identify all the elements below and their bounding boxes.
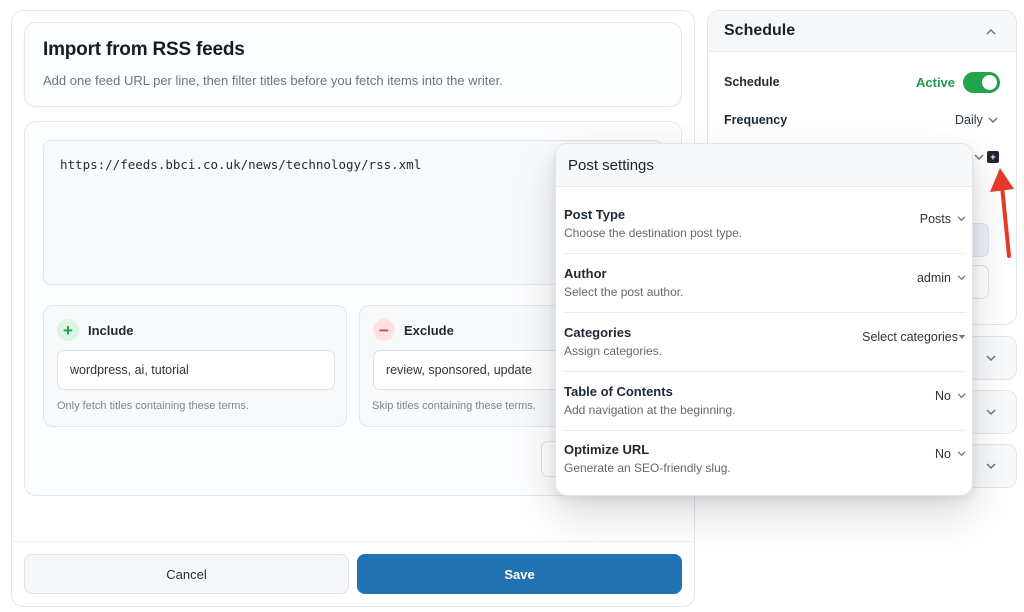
chevron-down-icon	[957, 393, 966, 399]
author-description: Select the post author.	[564, 285, 684, 299]
page-description: Add one feed URL per line, then filter t…	[43, 73, 503, 88]
toc-row: Table of Contents Add navigation at the …	[564, 372, 966, 431]
chevron-up-icon[interactable]	[986, 28, 996, 35]
include-input[interactable]: wordpress, ai, tutorial	[57, 350, 335, 390]
post-settings-popover: Post settings Post Type Choose the desti…	[555, 143, 973, 496]
author-row: Author Select the post author. admin	[564, 254, 966, 313]
exclude-label: Exclude	[404, 323, 454, 338]
categories-value: Select categories	[862, 330, 958, 344]
chevron-down-icon	[957, 216, 966, 222]
minus-icon: −	[373, 319, 395, 341]
post-type-row: Post Type Choose the destination post ty…	[564, 195, 966, 254]
schedule-toggle[interactable]	[963, 72, 1000, 93]
optimize-url-description: Generate an SEO-friendly slug.	[564, 461, 731, 475]
author-label: Author	[564, 266, 607, 281]
header-card	[24, 22, 682, 107]
footer-divider	[11, 541, 695, 542]
categories-row: Categories Assign categories. Select cat…	[564, 313, 966, 372]
frequency-select[interactable]: Daily	[955, 113, 983, 127]
schedule-title: Schedule	[724, 22, 796, 39]
chevron-down-icon	[988, 117, 998, 124]
categories-label: Categories	[564, 325, 632, 340]
categories-select[interactable]: Select categories	[862, 330, 966, 344]
exclude-hint: Skip titles containing these terms.	[372, 400, 536, 412]
categories-description: Assign categories.	[564, 344, 663, 358]
toc-description: Add navigation at the beginning.	[564, 403, 736, 417]
chevron-down-icon	[986, 409, 996, 416]
caret-down-icon	[958, 335, 966, 339]
author-select[interactable]: admin	[917, 271, 966, 285]
post-type-label: Post Type	[564, 207, 626, 222]
toc-value: No	[935, 389, 951, 403]
annotation-arrow-icon	[990, 168, 1014, 258]
include-label: Include	[88, 323, 134, 338]
frequency-label: Frequency	[724, 113, 788, 127]
page-title: Import from RSS feeds	[43, 39, 245, 60]
optimize-url-select[interactable]: No	[935, 447, 966, 461]
author-value: admin	[916, 271, 951, 285]
save-button[interactable]: Save	[357, 554, 682, 594]
chevron-down-icon	[986, 463, 996, 470]
popover-header: Post settings	[556, 144, 972, 187]
plus-icon: +	[57, 319, 79, 341]
optimize-url-label: Optimize URL	[564, 442, 650, 457]
popover-title: Post settings	[568, 157, 654, 174]
chevron-down-icon	[957, 451, 966, 457]
post-type-select[interactable]: Posts	[920, 212, 966, 226]
toc-select[interactable]: No	[935, 389, 966, 403]
optimize-url-value: No	[935, 447, 951, 461]
include-hint: Only fetch titles containing these terms…	[57, 400, 249, 412]
optimize-url-row: Optimize URL Generate an SEO-friendly sl…	[564, 430, 966, 489]
post-type-value: Posts	[919, 212, 951, 226]
calendar-add-icon[interactable]: +	[987, 151, 999, 163]
post-type-description: Choose the destination post type.	[564, 226, 743, 240]
chevron-down-icon	[974, 154, 984, 161]
cancel-button[interactable]: Cancel	[24, 554, 349, 594]
schedule-label: Schedule	[724, 75, 780, 89]
chevron-down-icon	[957, 275, 966, 281]
chevron-down-icon	[986, 355, 996, 362]
toc-label: Table of Contents	[564, 384, 673, 399]
status-badge: Active	[916, 75, 956, 90]
